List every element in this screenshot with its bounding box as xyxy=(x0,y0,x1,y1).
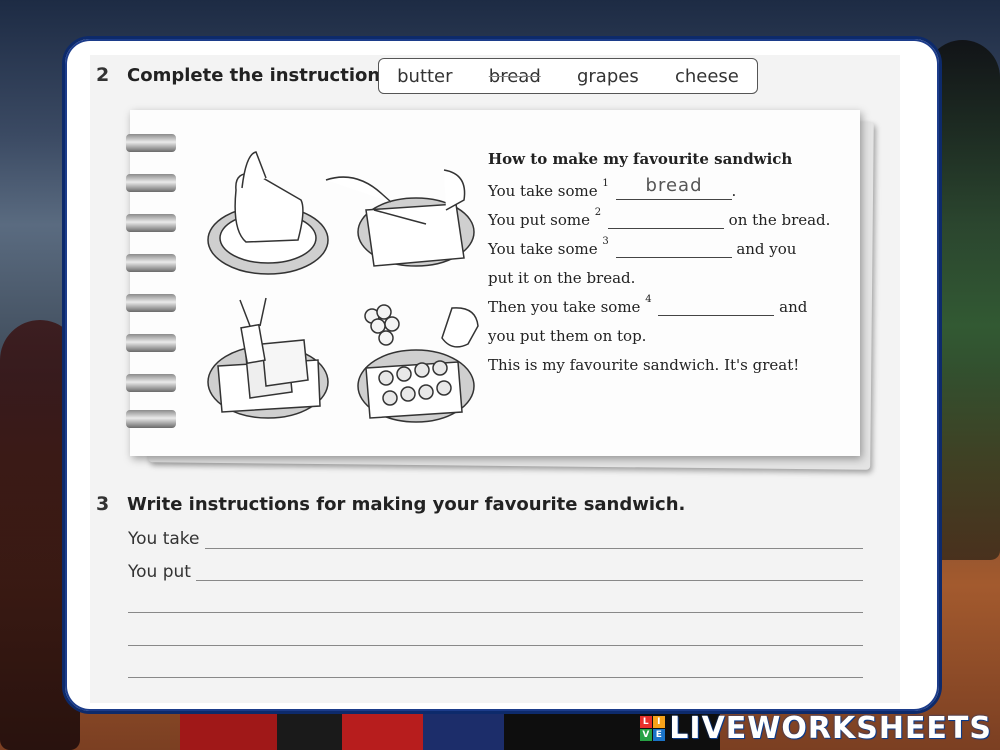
instruction-text: and xyxy=(779,298,808,316)
notebook-title: How to make my favourite sandwich xyxy=(488,150,793,168)
blank-number: 3 xyxy=(602,236,609,247)
instruction-line-1: You take some 1 bread . xyxy=(488,175,737,200)
brand-name: LIVEWORKSHEETS xyxy=(669,711,992,746)
notebook: How to make my favourite sandwich You ta… xyxy=(126,110,860,456)
writing-line-label-2: You put xyxy=(128,562,191,582)
answer-blank-1[interactable]: bread xyxy=(615,175,732,200)
instruction-line-5: Then you take some 4 and xyxy=(488,294,808,316)
writing-line-4[interactable] xyxy=(128,645,863,646)
instruction-text: You take some xyxy=(488,182,598,200)
exercise-3-number: 3 xyxy=(96,493,110,515)
instruction-line-4: put it on the bread. xyxy=(488,269,635,287)
exercise-2-heading: Complete the instructions. xyxy=(127,65,398,86)
instruction-text: and you xyxy=(736,240,797,258)
live-badge-icon: L I V E xyxy=(640,716,666,741)
instruction-text: You take some xyxy=(488,240,598,258)
answer-blank-4[interactable] xyxy=(658,299,775,316)
spiral-ring xyxy=(126,254,176,272)
answer-blank-2[interactable] xyxy=(607,212,724,229)
spiral-ring xyxy=(126,374,176,392)
instruction-text: you put them on top. xyxy=(488,327,647,345)
instruction-text: . xyxy=(731,182,737,200)
exercise-2-number: 2 xyxy=(96,64,110,86)
blank-number: 1 xyxy=(602,178,609,189)
liveworksheets-logo: L I V E LIVEWORKSHEETS xyxy=(640,711,992,746)
instruction-text: Then you take some xyxy=(488,298,641,316)
spiral-ring xyxy=(126,294,176,312)
instruction-text: on the bread. xyxy=(728,211,831,229)
writing-line-2[interactable] xyxy=(196,580,863,581)
blank-number: 2 xyxy=(594,207,602,218)
word-bank-item: cheese xyxy=(674,65,739,87)
sandwich-steps-illustration xyxy=(207,151,479,423)
blank-number: 4 xyxy=(645,294,652,305)
instruction-line-6: you put them on top. xyxy=(488,327,646,345)
instruction-text: You put some xyxy=(488,211,590,229)
word-bank-item: butter xyxy=(397,65,453,87)
spiral-ring xyxy=(126,174,176,192)
instruction-line-7: This is my favourite sandwich. It's grea… xyxy=(488,356,799,374)
instruction-text: put it on the bread. xyxy=(488,269,636,287)
spiral-ring xyxy=(126,134,176,152)
instruction-line-3: You take some 3 and you xyxy=(488,236,797,258)
spiral-ring xyxy=(126,410,176,428)
answer-blank-3[interactable] xyxy=(615,241,732,258)
answer-text-1: bread xyxy=(645,175,703,196)
spiral-ring xyxy=(126,214,176,232)
word-bank-item: grapes xyxy=(576,65,639,87)
writing-line-1[interactable] xyxy=(205,548,863,549)
instruction-text: This is my favourite sandwich. It's grea… xyxy=(488,356,800,374)
instruction-line-2: You put some 2 on the bread. xyxy=(488,207,831,229)
writing-line-3[interactable] xyxy=(128,612,863,613)
exercise-3-heading: Write instructions for making your favou… xyxy=(127,494,686,515)
writing-line-5[interactable] xyxy=(128,677,863,678)
word-bank-item-used: bread xyxy=(488,65,541,87)
spiral-ring xyxy=(126,334,176,352)
word-bank: butter bread grapes cheese xyxy=(378,58,758,94)
writing-line-label-1: You take xyxy=(128,529,200,549)
